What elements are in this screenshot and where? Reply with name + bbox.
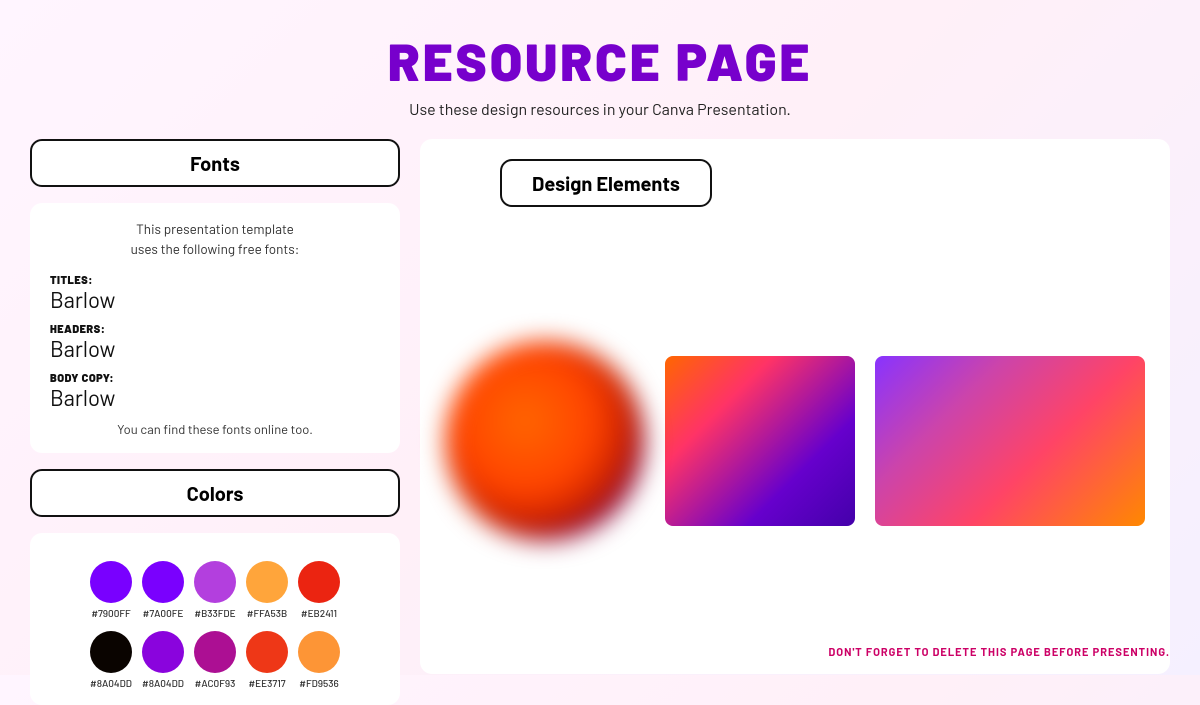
color-code: #EE3717 [248,677,285,689]
font-item-headers: HEADERS: Barlow [50,323,380,362]
fonts-note: You can find these fonts online too. [50,421,380,437]
color-code: #AC0F93 [195,677,236,689]
color-code: #EB2411 [301,607,337,619]
gradient-card-1 [665,356,855,526]
color-code: #FFA53B [247,607,287,619]
color-item: #EB2411 [298,561,340,619]
color-swatch [90,631,132,673]
color-code: #FD9536 [299,677,338,689]
right-panel: Design Elements [420,139,1170,674]
font-item-titles: TITLES: Barlow [50,274,380,313]
color-swatch [246,561,288,603]
design-elements-label: Design Elements [500,159,712,207]
color-row-1: #7900FF #7A00FE #B33FDE #FFA53B #EB2411 [50,561,380,619]
blob-graphic [445,341,645,541]
page-subtitle: Use these design resources in your Canva… [0,100,1200,119]
color-item: #AC0F93 [194,631,236,689]
color-code: #7900FF [91,607,130,619]
design-elements-content [440,227,1150,654]
font-body-label: BODY COPY: [50,372,380,385]
color-item: #EE3717 [246,631,288,689]
color-item: #8A04DD [90,631,132,689]
font-titles-label: TITLES: [50,274,380,287]
font-titles-name: Barlow [50,287,380,313]
footer-note: DON'T FORGET TO DELETE THIS PAGE BEFORE … [829,646,1170,659]
color-swatch [298,631,340,673]
font-body-name: Barlow [50,385,380,411]
colors-section: #7900FF #7A00FE #B33FDE #FFA53B #EB2411 [30,533,400,705]
color-item: #B33FDE [194,561,236,619]
left-panel: Fonts This presentation templateuses the… [30,139,400,674]
color-item: #7900FF [90,561,132,619]
color-swatch [194,561,236,603]
color-item: #FFA53B [246,561,288,619]
page-title: RESOURCE PAGE [0,0,1200,92]
color-code: #8A04DD [142,677,184,689]
color-item: #8A04DD [142,631,184,689]
font-headers-label: HEADERS: [50,323,380,336]
color-item: #FD9536 [298,631,340,689]
color-swatch [246,631,288,673]
color-code: #8A04DD [90,677,132,689]
color-swatch [194,631,236,673]
color-row-2: #8A04DD #8A04DD #AC0F93 #EE3717 #FD9536 [50,631,380,689]
main-content: Fonts This presentation templateuses the… [0,139,1200,674]
font-item-body: BODY COPY: Barlow [50,372,380,411]
color-code: #7A00FE [143,607,184,619]
font-headers-name: Barlow [50,336,380,362]
fonts-section: This presentation templateuses the follo… [30,203,400,453]
color-swatch [90,561,132,603]
color-code: #B33FDE [194,607,235,619]
gradient-card-2 [875,356,1145,526]
color-swatch [298,561,340,603]
colors-header: Colors [30,469,400,517]
fonts-description: This presentation templateuses the follo… [50,219,380,260]
fonts-header: Fonts [30,139,400,187]
color-swatch [142,631,184,673]
color-swatch [142,561,184,603]
color-item: #7A00FE [142,561,184,619]
